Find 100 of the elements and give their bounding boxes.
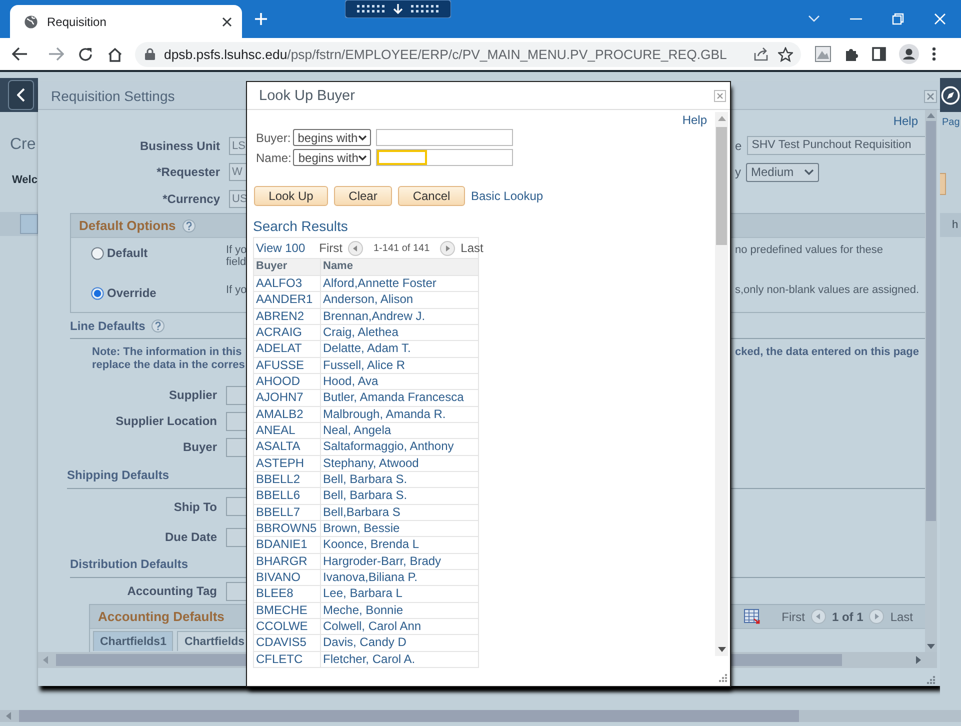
buyer-id-link[interactable]: BHARGR (254, 554, 321, 569)
buyer-name-link[interactable]: Craig, Alethea (321, 324, 478, 340)
buyer-id-link[interactable]: CDAVIS5 (254, 635, 321, 651)
help-link[interactable]: Help (893, 114, 925, 128)
buyer-name-link[interactable]: Bell, Barbara S. (321, 472, 478, 488)
grid-icon[interactable] (744, 609, 760, 624)
radio-button[interactable] (91, 287, 104, 300)
buyer-name-link[interactable]: Neal, Angela (321, 422, 478, 438)
next-icon[interactable] (869, 609, 884, 624)
buyer-name-link[interactable]: Saltaformaggio, Anthony (321, 439, 478, 455)
buyer-name-link[interactable]: Hood, Ava (321, 374, 478, 390)
operator-dropdown[interactable]: begins with (292, 129, 371, 146)
input-field[interactable] (226, 386, 247, 404)
buyer-id-link[interactable]: BIVANO (254, 570, 321, 586)
buyer-name-link[interactable]: Delatte, Adam T. (321, 341, 478, 357)
buyer-id-link[interactable]: ABREN2 (254, 308, 321, 324)
buyer-id-link[interactable]: AJOHN7 (254, 390, 321, 406)
page-link[interactable]: Pag (942, 117, 961, 128)
input-field[interactable]: SHV Test Punchout Requisition (746, 136, 925, 155)
buyer-name-link[interactable]: Lee, Barbara L (321, 586, 478, 602)
buyer-id-link[interactable]: BBELL6 (254, 488, 321, 504)
compass-icon[interactable] (941, 86, 960, 104)
buyer-id-link[interactable]: AHOOD (254, 374, 321, 390)
scrollbar-thumb[interactable] (926, 121, 936, 521)
buyer-name-link[interactable]: Stephany, Atwood (321, 456, 478, 471)
buyer-name-link[interactable]: Malbrough, Amanda R. (321, 406, 478, 422)
resize-grip-icon[interactable] (927, 676, 935, 684)
scrollbar-thumb[interactable] (56, 654, 247, 666)
previous-icon[interactable] (810, 609, 826, 624)
buyer-id-link[interactable]: BBROWN5 (254, 520, 321, 536)
buyer-id-link[interactable]: AANDER1 (254, 292, 321, 308)
buyer-name-link[interactable]: Butler, Amanda Francesca (321, 390, 478, 406)
buyer-name-link[interactable]: Alford,Annette Foster (321, 276, 478, 292)
buyer-name-link[interactable]: Koonce, Brenda L (321, 537, 478, 553)
buyer-name-link[interactable]: Bell,Barbara S (321, 504, 478, 520)
previous-icon[interactable] (348, 240, 364, 256)
buyer-name-link[interactable]: Meche, Bonnie (321, 602, 478, 618)
page-button[interactable] (20, 214, 38, 234)
radio-button[interactable] (91, 247, 104, 260)
buyer-id-link[interactable]: AMALB2 (254, 406, 321, 422)
reload-icon[interactable] (78, 46, 93, 62)
buyer-id-link[interactable]: BLEE8 (254, 586, 321, 602)
buyer-id-link[interactable]: ACRAIG (254, 324, 321, 340)
share-icon[interactable] (754, 47, 769, 61)
help-link[interactable]: Help (682, 113, 707, 127)
menu-icon[interactable] (932, 47, 936, 61)
buyer-id-link[interactable]: CFLETC (254, 652, 321, 667)
buyer-id-link[interactable]: BBELL7 (254, 504, 321, 520)
buyer-id-link[interactable]: CCOLWE (254, 618, 321, 634)
address-bar[interactable]: dpsb.psfs.lsuhsc.edu/psp/fstrn/EMPLOYEE/ERP/c/PV_MAIN_MENU.PV_PROCURE_REQ.GBL (135, 42, 801, 66)
back-icon[interactable] (12, 47, 28, 61)
last-link[interactable]: Last (890, 610, 913, 624)
buyer-id-link[interactable]: ADELAT (254, 341, 321, 357)
input-field[interactable] (226, 497, 247, 516)
star-icon[interactable] (778, 46, 793, 62)
buyer-name-link[interactable]: Fussell, Alice R (321, 358, 478, 373)
lookup-button[interactable]: Clear (334, 186, 392, 206)
buyer-id-link[interactable]: BBELL2 (254, 472, 321, 488)
buyer-name-link[interactable]: Colwell, Carol Ann (321, 618, 478, 634)
first-link[interactable]: First (782, 610, 805, 624)
scrollbar-thumb[interactable] (19, 710, 799, 722)
lookup-button[interactable]: Cancel (398, 186, 465, 206)
restore-icon[interactable] (892, 13, 904, 25)
vertical-scrollbar[interactable] (715, 112, 728, 656)
minimize-icon[interactable] (850, 18, 862, 20)
input-field[interactable] (376, 129, 513, 146)
first-link[interactable]: First (319, 241, 342, 255)
side-panel-icon[interactable] (872, 47, 886, 61)
buyer-id-link[interactable]: BMECHE (254, 602, 321, 618)
tab[interactable]: Chartfields1 (93, 631, 174, 651)
horizontal-scrollbar[interactable] (38, 652, 247, 668)
input-field[interactable] (226, 528, 247, 546)
next-icon[interactable] (440, 240, 455, 256)
scrollbar-thumb[interactable] (730, 654, 842, 666)
buyer-name-link[interactable]: Brennan,Andrew J. (321, 308, 478, 324)
browser-tab[interactable]: Requisition (10, 5, 242, 38)
last-link[interactable]: Last (460, 241, 484, 255)
buyer-id-link[interactable]: ASALTA (254, 439, 321, 455)
priority-dropdown[interactable]: Medium (746, 162, 819, 182)
buyer-name-link[interactable]: Davis, Candy D (321, 635, 478, 651)
horizontal-scrollbar[interactable] (0, 710, 961, 722)
basic-lookup-link[interactable]: Basic Lookup (471, 189, 544, 203)
buyer-name-link[interactable]: Hargroder-Barr, Brady (321, 554, 478, 569)
horizontal-scrollbar[interactable] (730, 652, 937, 668)
resize-grip-icon[interactable] (719, 674, 727, 682)
buyer-name-link[interactable]: Fletcher, Carol A. (321, 652, 478, 667)
new-tab-icon[interactable] (254, 12, 268, 26)
chevron-down-icon[interactable] (808, 15, 820, 23)
help-icon[interactable] (151, 318, 166, 332)
puzzle-icon[interactable] (844, 46, 859, 62)
lookup-button[interactable]: Look Up (254, 186, 328, 206)
input-field[interactable] (376, 149, 514, 166)
input-field[interactable] (226, 412, 247, 430)
input-field[interactable] (226, 438, 247, 456)
extension-icon[interactable] (815, 46, 831, 62)
buyer-id-link[interactable]: ANEAL (254, 422, 321, 438)
back-button[interactable] (8, 80, 34, 110)
buyer-name-link[interactable]: Bell, Barbara S. (321, 488, 478, 504)
vertical-scrollbar[interactable] (925, 110, 937, 652)
help-icon[interactable] (182, 218, 196, 232)
